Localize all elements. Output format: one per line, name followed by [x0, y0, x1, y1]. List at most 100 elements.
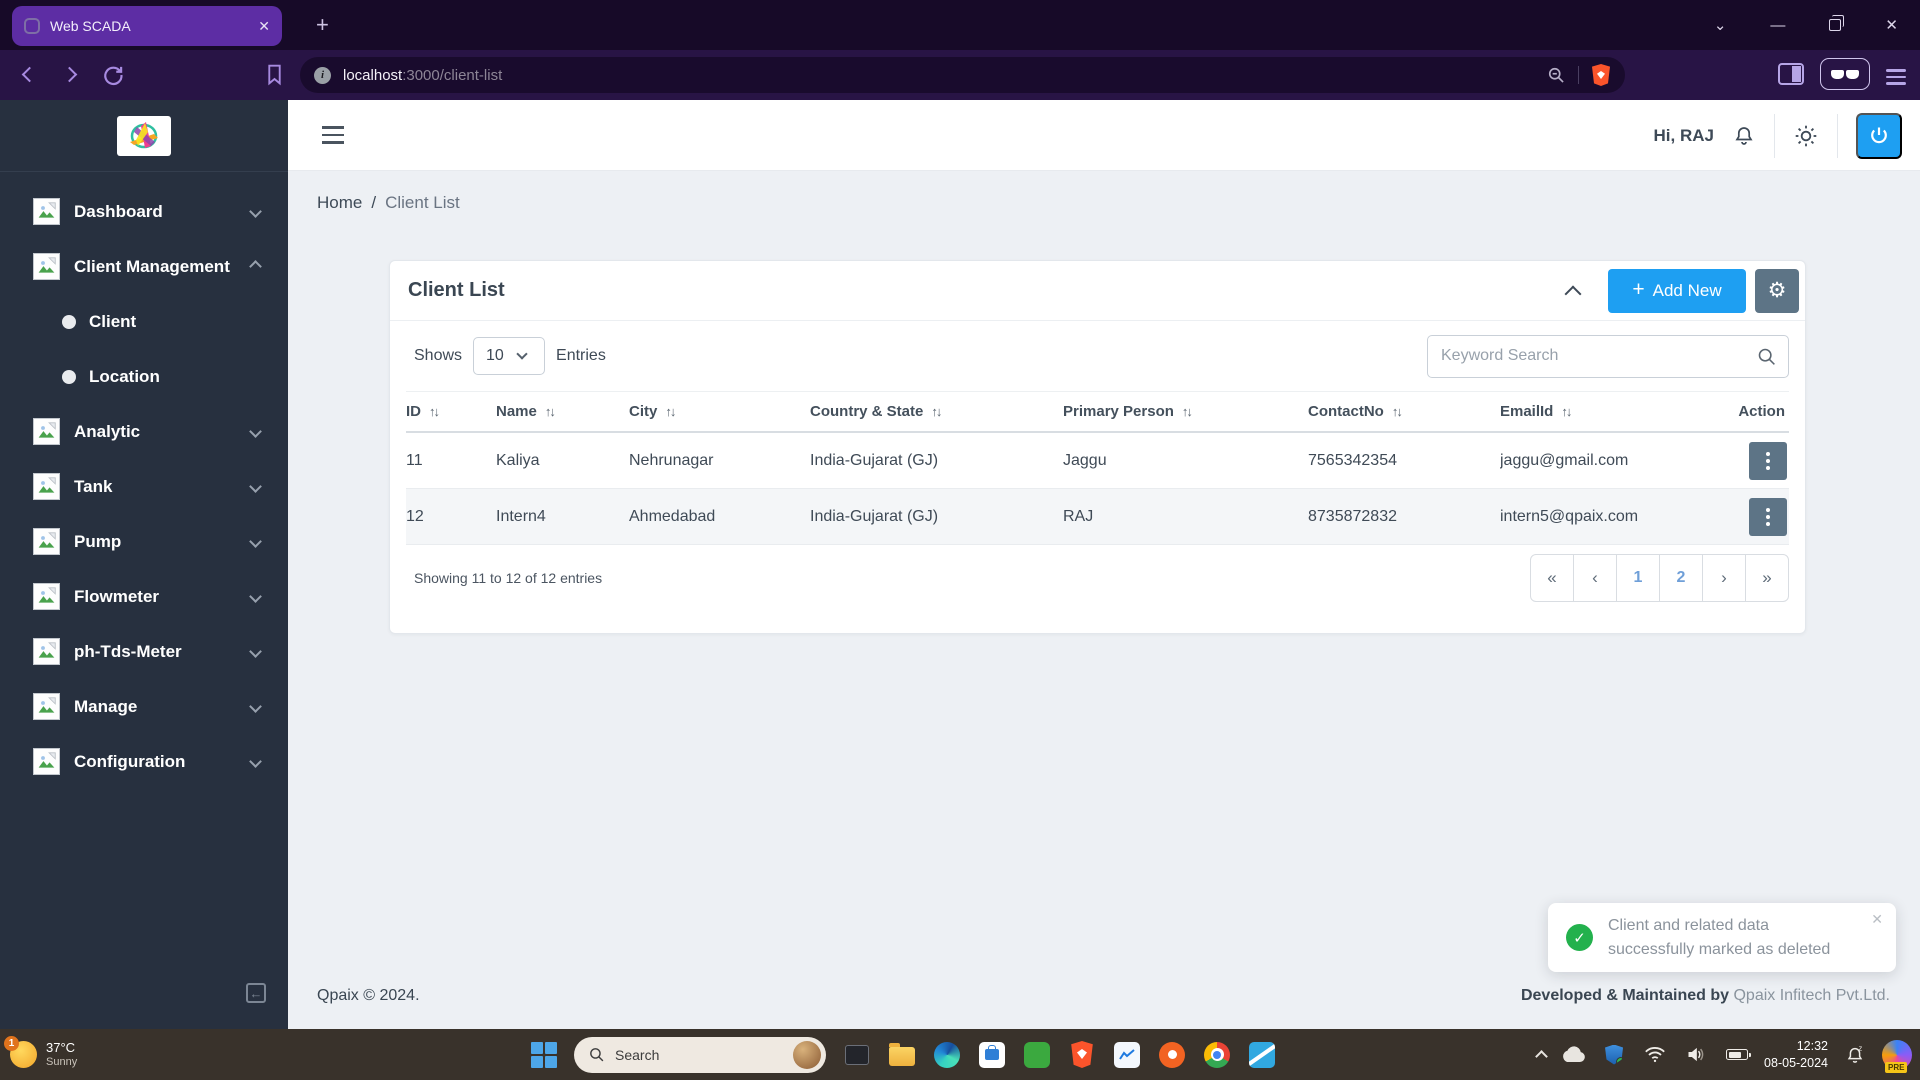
- task-view-icon[interactable]: [843, 1041, 871, 1069]
- taskbar-search[interactable]: Search: [574, 1037, 826, 1073]
- file-explorer-icon[interactable]: [888, 1041, 916, 1069]
- forward-button[interactable]: [62, 67, 78, 83]
- add-new-button[interactable]: + Add New: [1608, 269, 1746, 313]
- sidebar-item-flowmeter[interactable]: Flowmeter: [0, 569, 288, 624]
- tab-close-icon[interactable]: ✕: [258, 18, 270, 35]
- volume-icon[interactable]: [1682, 1041, 1710, 1069]
- column-header-contactno[interactable]: ContactNo↑↓: [1308, 403, 1500, 420]
- site-info-icon[interactable]: i: [314, 67, 331, 84]
- card-collapse-icon[interactable]: [1565, 285, 1582, 302]
- broken-image-icon: [33, 253, 60, 280]
- vscode-icon[interactable]: [1248, 1041, 1276, 1069]
- new-tab-button[interactable]: +: [316, 12, 329, 38]
- row-actions-kebab-button[interactable]: [1749, 498, 1787, 536]
- previous-page-button[interactable]: ‹: [1573, 554, 1617, 602]
- battery-icon[interactable]: [1723, 1041, 1751, 1069]
- sidebar-item-manage[interactable]: Manage: [0, 679, 288, 734]
- clock[interactable]: 12:32 08-05-2024: [1764, 1038, 1828, 1071]
- sort-icon[interactable]: ↑↓: [1561, 404, 1570, 419]
- sort-icon[interactable]: ↑↓: [545, 404, 554, 419]
- column-header-emailid[interactable]: EmailId↑↓: [1500, 403, 1722, 420]
- address-bar[interactable]: i localhost:3000/client-list: [300, 57, 1625, 93]
- page-search-icon[interactable]: [1546, 65, 1566, 85]
- weather-widget[interactable]: 1 37°C Sunny: [10, 1040, 77, 1070]
- column-header-city[interactable]: City↑↓: [629, 403, 810, 420]
- copilot-icon[interactable]: PRE: [1882, 1040, 1912, 1070]
- copyright-text: Qpaix © 2024.: [317, 987, 420, 1005]
- sidebar-item-ph-tds-meter[interactable]: ph-Tds-Meter: [0, 624, 288, 679]
- sidebar-item-label: ph-Tds-Meter: [74, 642, 182, 662]
- column-header-name[interactable]: Name↑↓: [496, 403, 629, 420]
- first-page-button[interactable]: «: [1530, 554, 1574, 602]
- ms-store-icon[interactable]: [978, 1041, 1006, 1069]
- logout-power-button[interactable]: [1856, 113, 1902, 159]
- column-header-id[interactable]: ID↑↓: [406, 403, 496, 420]
- row-actions-kebab-button[interactable]: [1749, 442, 1787, 480]
- start-button[interactable]: [531, 1042, 557, 1068]
- next-page-button[interactable]: ›: [1702, 554, 1746, 602]
- sidebar-item-client[interactable]: Client: [0, 294, 288, 349]
- tab-favicon-icon: [24, 18, 40, 34]
- chrome-icon[interactable]: [1203, 1041, 1231, 1069]
- wifi-icon[interactable]: [1641, 1041, 1669, 1069]
- windows-security-icon[interactable]: [1600, 1041, 1628, 1069]
- edge-icon[interactable]: [933, 1041, 961, 1069]
- search-icon[interactable]: [1756, 346, 1777, 367]
- sidebar-item-client-management[interactable]: Client Management: [0, 239, 288, 294]
- tray-chevron-up-icon[interactable]: [1535, 1050, 1548, 1063]
- page-2-button[interactable]: 2: [1659, 554, 1703, 602]
- broken-image-icon: [33, 473, 60, 500]
- browser-tab[interactable]: Web SCADA ✕: [12, 6, 282, 46]
- sort-icon[interactable]: ↑↓: [931, 404, 940, 419]
- do-not-disturb-bell-icon[interactable]: z: [1841, 1041, 1869, 1069]
- sort-icon[interactable]: ↑↓: [1182, 404, 1191, 419]
- chart-app-icon[interactable]: [1113, 1041, 1141, 1069]
- brave-icon[interactable]: [1068, 1041, 1096, 1069]
- onedrive-icon[interactable]: [1559, 1041, 1587, 1069]
- sidebar-item-tank[interactable]: Tank: [0, 459, 288, 514]
- side-panel-icon[interactable]: [1778, 63, 1804, 85]
- browser-menu-icon[interactable]: [1886, 63, 1906, 85]
- cell-emailid: intern5@qpaix.com: [1500, 508, 1722, 526]
- company-link[interactable]: Qpaix Infitech Pvt.Ltd.: [1733, 987, 1890, 1004]
- window-restore-button[interactable]: [1829, 19, 1841, 31]
- page-size-select[interactable]: 10: [473, 337, 545, 375]
- clock-time: 12:32: [1797, 1038, 1828, 1054]
- menu-toggle-icon[interactable]: [322, 126, 344, 144]
- sidebar-item-label: Flowmeter: [74, 587, 159, 607]
- column-header-country-state[interactable]: Country & State↑↓: [810, 403, 1063, 420]
- page-1-button[interactable]: 1: [1616, 554, 1660, 602]
- taskbar-search-label: Search: [615, 1047, 783, 1063]
- sidebar-item-analytic[interactable]: Analytic: [0, 404, 288, 459]
- window-close-button[interactable]: ✕: [1885, 16, 1898, 34]
- cell-primary-person: RAJ: [1063, 508, 1308, 526]
- sort-icon[interactable]: ↑↓: [1392, 404, 1401, 419]
- theme-toggle-sun-icon[interactable]: [1793, 123, 1819, 149]
- sidebar-item-label: Pump: [74, 532, 121, 552]
- settings-gear-button[interactable]: ⚙: [1755, 269, 1799, 313]
- toast-close-icon[interactable]: ✕: [1871, 911, 1883, 928]
- app-logo[interactable]: [117, 116, 171, 156]
- bookmark-icon[interactable]: [262, 62, 287, 87]
- brave-shields-icon[interactable]: [1591, 64, 1611, 86]
- sort-icon[interactable]: ↑↓: [429, 404, 438, 419]
- brave-vpn-icon[interactable]: [1820, 58, 1870, 90]
- sidebar-item-pump[interactable]: Pump: [0, 514, 288, 569]
- sidebar-collapse-icon[interactable]: ←: [246, 983, 266, 1003]
- notifications-bell-icon[interactable]: [1732, 124, 1756, 148]
- window-minimize-button[interactable]: —: [1770, 17, 1785, 34]
- reload-button[interactable]: [100, 62, 126, 88]
- orange-app-icon[interactable]: [1158, 1041, 1186, 1069]
- sidebar-item-label: Analytic: [74, 422, 140, 442]
- keyword-search-input[interactable]: [1427, 335, 1789, 378]
- tab-search-chevron-icon[interactable]: ⌄: [1714, 16, 1727, 34]
- sort-icon[interactable]: ↑↓: [665, 404, 674, 419]
- sidebar-item-configuration[interactable]: Configuration: [0, 734, 288, 789]
- sidebar-item-location[interactable]: Location: [0, 349, 288, 404]
- last-page-button[interactable]: »: [1745, 554, 1789, 602]
- green-app-icon[interactable]: [1023, 1041, 1051, 1069]
- column-header-primary-person[interactable]: Primary Person↑↓: [1063, 403, 1308, 420]
- back-button[interactable]: [22, 67, 38, 83]
- sidebar-item-dashboard[interactable]: Dashboard: [0, 184, 288, 239]
- breadcrumb-home[interactable]: Home: [317, 193, 362, 213]
